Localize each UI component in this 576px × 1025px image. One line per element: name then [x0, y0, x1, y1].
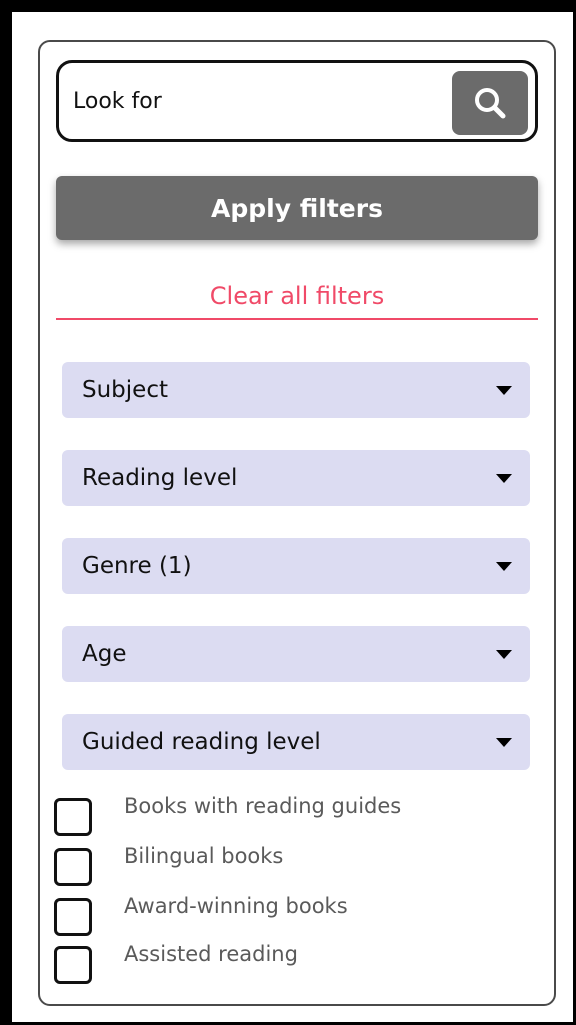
dropdown-age[interactable]: Age — [62, 626, 530, 682]
dropdown-label: Reading level — [82, 465, 238, 491]
search-input[interactable] — [73, 83, 433, 119]
filter-panel: Apply filters Clear all filters Subject … — [38, 40, 556, 1006]
dropdown-reading-level[interactable]: Reading level — [62, 450, 530, 506]
apply-filters-button[interactable]: Apply filters — [56, 176, 538, 240]
checkbox[interactable] — [54, 848, 92, 886]
search-icon — [475, 88, 506, 119]
checkbox[interactable] — [54, 898, 92, 936]
caret-down-icon — [496, 562, 512, 571]
caret-down-icon — [496, 650, 512, 659]
divider — [56, 318, 538, 320]
dropdown-genre[interactable]: Genre (1) — [62, 538, 530, 594]
checkbox-row-assisted-reading[interactable]: Assisted reading — [54, 942, 524, 986]
app-frame: Apply filters Clear all filters Subject … — [12, 12, 573, 1022]
dropdown-label: Subject — [82, 377, 168, 403]
checkbox-label: Bilingual books — [124, 844, 284, 868]
dropdown-label: Genre (1) — [82, 553, 192, 579]
checkbox-label: Books with reading guides — [124, 794, 402, 818]
checkbox-label: Assisted reading — [124, 942, 298, 966]
checkbox-row-bilingual[interactable]: Bilingual books — [54, 844, 524, 888]
dropdown-label: Age — [82, 641, 127, 667]
dropdown-label: Guided reading level — [82, 729, 321, 755]
dropdown-subject[interactable]: Subject — [62, 362, 530, 418]
clear-all-filters-link[interactable]: Clear all filters — [56, 282, 538, 310]
checkbox-row-reading-guides[interactable]: Books with reading guides — [54, 794, 524, 838]
checkbox-label: Award-winning books — [124, 894, 348, 918]
caret-down-icon — [496, 738, 512, 747]
caret-down-icon — [496, 474, 512, 483]
checkbox[interactable] — [54, 946, 92, 984]
search-button[interactable] — [452, 71, 528, 135]
dropdown-guided-reading-level[interactable]: Guided reading level — [62, 714, 530, 770]
caret-down-icon — [496, 386, 512, 395]
checkbox-row-award-winning[interactable]: Award-winning books — [54, 894, 524, 938]
search-box — [56, 60, 538, 142]
checkbox[interactable] — [54, 798, 92, 836]
